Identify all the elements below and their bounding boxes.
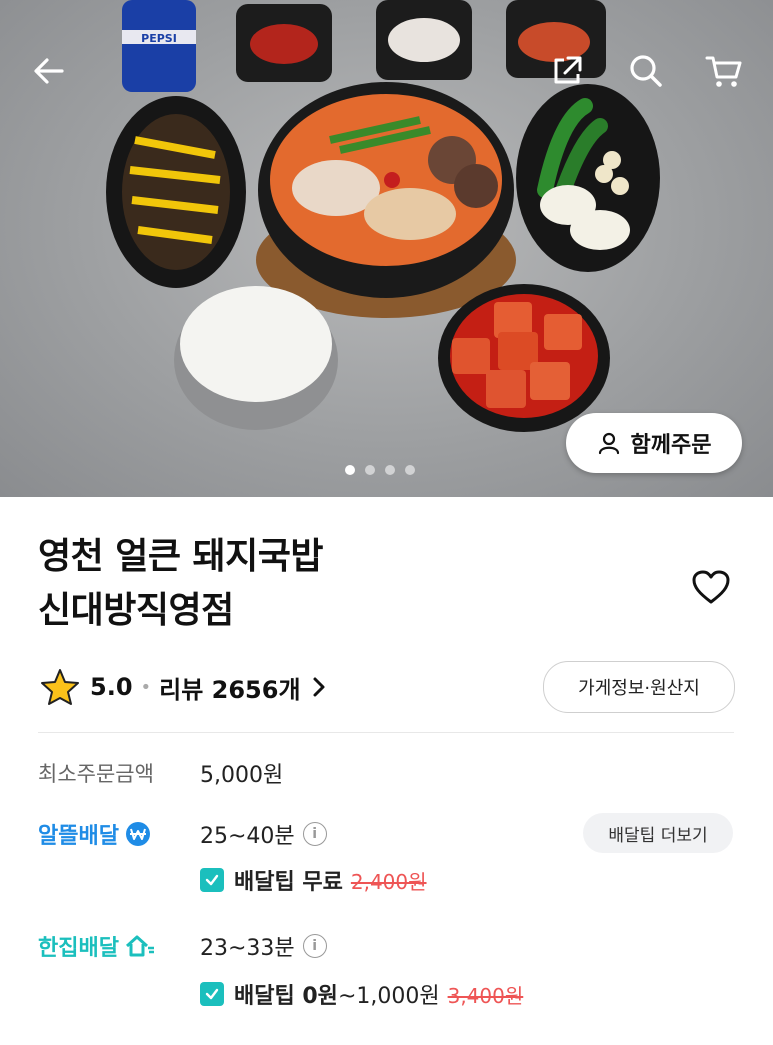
- heart-icon: [692, 570, 730, 604]
- store-info-origin-button[interactable]: 가게정보·원산지: [543, 661, 735, 713]
- back-arrow-icon: [34, 58, 64, 84]
- separator-dot: •: [140, 676, 152, 698]
- saver-delivery-time-group: 25~40분 i: [200, 818, 327, 850]
- review-count[interactable]: 리뷰 2656개: [159, 670, 300, 705]
- saver-delivery-time: 25~40분: [200, 824, 295, 849]
- saver-tip-label: 배달팁 무료: [234, 870, 343, 895]
- carousel-dot[interactable]: [345, 465, 355, 475]
- single-delivery-label-group: 한집배달: [38, 930, 155, 962]
- back-button[interactable]: [22, 44, 76, 98]
- svg-text:PEPSI: PEPSI: [141, 32, 177, 45]
- single-delivery-label: 한집배달: [38, 936, 119, 961]
- info-icon[interactable]: i: [302, 934, 327, 958]
- cart-icon: [705, 56, 742, 87]
- saver-delivery-label-group: 알뜰배달: [38, 818, 151, 850]
- single-tip-original-price: 3,400원: [447, 983, 524, 1008]
- info-icon[interactable]: i: [302, 822, 327, 846]
- chevron-right-icon: [313, 677, 325, 697]
- single-delivery-time-group: 23~33분 i: [200, 930, 327, 962]
- person-icon: [598, 432, 619, 455]
- single-delivery-time: 23~33분: [200, 936, 295, 961]
- together-order-button[interactable]: 함께주문: [566, 413, 742, 473]
- saver-tip-original-price: 2,400원: [350, 869, 427, 894]
- won-badge-icon: [125, 822, 150, 846]
- carousel-indicator: [345, 465, 415, 475]
- carousel-dot[interactable]: [365, 465, 375, 475]
- single-tip-line: 배달팁 0원 ~1,000원 3,400원: [200, 978, 523, 1010]
- cart-button[interactable]: [697, 44, 751, 98]
- home-fast-icon: [125, 935, 154, 957]
- store-info-label: 가게정보·원산지: [578, 678, 700, 699]
- rating-value: 5.0: [90, 673, 133, 701]
- coupon-icon: [200, 982, 224, 1006]
- min-order-value: 5,000원: [200, 763, 284, 788]
- divider: [38, 732, 734, 733]
- single-tip-suffix: ~1,000원: [337, 984, 440, 1009]
- rating-row[interactable]: 5.0 • 리뷰 2656개: [40, 664, 329, 710]
- star-icon: [41, 669, 79, 705]
- search-icon: [630, 55, 662, 87]
- carousel-dot[interactable]: [385, 465, 395, 475]
- carousel-dot[interactable]: [405, 465, 415, 475]
- store-name-line1: 영천 얼큰 돼지국밥: [38, 536, 324, 577]
- search-button[interactable]: [619, 44, 673, 98]
- share-icon: [554, 56, 582, 84]
- saver-delivery-label: 알뜰배달: [38, 824, 119, 849]
- saver-tip-line: 배달팁 무료 2,400원: [200, 864, 427, 896]
- store-name: 영천 얼큰 돼지국밥 신대방직영점: [38, 530, 324, 638]
- favorite-button[interactable]: [686, 562, 736, 612]
- single-tip-label: 배달팁 0원: [234, 984, 338, 1009]
- store-name-line2: 신대방직영점: [38, 590, 234, 631]
- coupon-icon: [200, 868, 224, 892]
- more-delivery-tip-button[interactable]: 배달팁 더보기: [583, 813, 733, 853]
- min-order-label: 최소주문금액: [38, 762, 154, 786]
- more-delivery-tip-label: 배달팁 더보기: [608, 825, 708, 846]
- together-order-label: 함께주문: [630, 433, 712, 458]
- hero-image-carousel[interactable]: PEPSI 함께주문: [0, 0, 773, 497]
- share-button[interactable]: [540, 44, 594, 98]
